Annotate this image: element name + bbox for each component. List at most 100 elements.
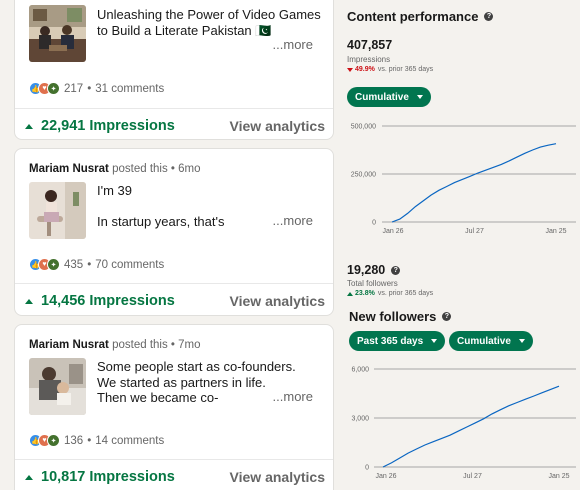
view-analytics-link[interactable]: View analytics bbox=[230, 469, 325, 485]
comments-count[interactable]: 14 comments bbox=[95, 435, 164, 447]
author-name[interactable]: Mariam Nusrat bbox=[29, 339, 109, 351]
post-age: 6mo bbox=[178, 163, 201, 175]
post-card: Mariam Nusrat posted this • 7mo Some peo… bbox=[14, 324, 334, 490]
analytics-page: Unleashing the Power of Video Games to B… bbox=[0, 0, 580, 490]
dropdown-label: Cumulative bbox=[355, 91, 409, 103]
impressions-label: 22,941 Impressions bbox=[41, 118, 175, 134]
see-more-link[interactable]: ...more bbox=[273, 37, 313, 52]
y-tick-label: 500,000 bbox=[351, 124, 376, 131]
delta-value: 49.9% bbox=[355, 66, 375, 73]
see-more-link[interactable]: ...more bbox=[273, 389, 313, 404]
followers-total-label: Total followers bbox=[347, 279, 398, 288]
reactions-summary[interactable]: 👍 ♥ ✦ 217 • 31 comments bbox=[29, 82, 164, 95]
section-title-text: New followers bbox=[349, 309, 437, 324]
post-text-line: Some people start as co-founders. bbox=[97, 359, 296, 374]
x-tick-label: Jan 25 bbox=[545, 228, 566, 235]
post-byline: Mariam Nusrat posted this • 6mo bbox=[29, 163, 201, 175]
post-thumbnail[interactable] bbox=[29, 182, 86, 239]
chevron-down-icon bbox=[431, 339, 438, 343]
help-icon[interactable]: ? bbox=[442, 312, 452, 321]
delta-up: 23.8% bbox=[347, 290, 375, 297]
y-tick-label: 0 bbox=[365, 465, 369, 472]
help-icon[interactable]: ? bbox=[391, 265, 401, 275]
delta-suffix: vs. prior 365 days bbox=[377, 290, 434, 297]
reactions-summary[interactable]: 👍 ♥ ✦ 435 • 70 comments bbox=[29, 258, 164, 271]
posted-label: posted this bbox=[112, 339, 168, 351]
followers-total: 19,280 ? bbox=[347, 263, 401, 277]
post-text-line: Unleashing the Power of Video Games bbox=[97, 7, 321, 22]
y-tick-label: 3,000 bbox=[351, 416, 369, 423]
chevron-down-icon bbox=[416, 95, 423, 99]
y-tick-label: 250,000 bbox=[351, 172, 376, 179]
period-dropdown[interactable]: Past 365 days bbox=[349, 331, 446, 351]
celebrate-reaction-icon: ✦ bbox=[47, 258, 60, 271]
impressions-count: 10,817 Impressions bbox=[25, 469, 175, 485]
followers-delta: 23.8% vs. prior 365 days bbox=[347, 290, 433, 297]
post-text: Unleashing the Power of Video Games to B… bbox=[97, 7, 322, 38]
section-title-text: Content performance bbox=[347, 9, 479, 24]
impressions-row: 22,941 Impressions View analytics bbox=[15, 109, 333, 139]
impressions-row: 10,817 Impressions View analytics bbox=[15, 460, 333, 490]
trend-up-icon bbox=[347, 291, 353, 296]
trend-down-icon bbox=[347, 67, 353, 72]
impressions-total: 407,857 bbox=[347, 38, 393, 52]
separator: • bbox=[87, 434, 92, 447]
posts-feed[interactable]: Unleashing the Power of Video Games to B… bbox=[0, 0, 340, 490]
cumulative-dropdown[interactable]: Cumulative bbox=[449, 331, 533, 351]
trend-up-icon bbox=[25, 298, 33, 304]
y-tick-label: 6,000 bbox=[351, 367, 369, 374]
x-tick-label: Jan 26 bbox=[375, 473, 396, 480]
separator: • bbox=[170, 163, 175, 175]
new-followers-title: New followers ? bbox=[349, 309, 452, 324]
post-thumbnail[interactable] bbox=[29, 5, 86, 62]
view-analytics-link[interactable]: View analytics bbox=[230, 293, 325, 309]
reactions-count: 435 bbox=[64, 258, 84, 271]
see-more-link[interactable]: ...more bbox=[273, 213, 313, 228]
analytics-panel: Content performance ? 407,857 Impression… bbox=[340, 0, 580, 490]
x-tick-label: Jan 25 bbox=[548, 473, 569, 480]
post-age: 7mo bbox=[178, 339, 201, 351]
comments-count[interactable]: 31 comments bbox=[95, 83, 164, 95]
followers-chart: 0 3,000 6,000 Jan 26 Jul 27 Jan 25 bbox=[351, 367, 576, 480]
dropdown-label: Past 365 days bbox=[357, 335, 424, 347]
post-text-line: to Build a Literate Pakistan 🇵🇰 bbox=[97, 22, 272, 38]
post-byline: Mariam Nusrat posted this • 7mo bbox=[29, 339, 201, 351]
delta-suffix: vs. prior 365 days bbox=[377, 66, 434, 73]
impressions-total-label: Impressions bbox=[347, 55, 391, 64]
author-name[interactable]: Mariam Nusrat bbox=[29, 163, 109, 175]
x-tick-label: Jan 26 bbox=[382, 228, 403, 235]
y-tick-label: 0 bbox=[372, 220, 376, 227]
impressions-row: 14,456 Impressions View analytics bbox=[15, 284, 333, 315]
posted-label: posted this bbox=[112, 163, 168, 175]
post-card: Mariam Nusrat posted this • 6mo I'm 39 I… bbox=[14, 148, 334, 316]
chevron-down-icon bbox=[518, 339, 525, 343]
impressions-chart: 0 250,000 500,000 Jan 26 Jul 27 Jan 25 bbox=[351, 124, 576, 235]
view-analytics-link[interactable]: View analytics bbox=[230, 118, 325, 134]
trend-up-icon bbox=[25, 474, 33, 480]
post-thumbnail[interactable] bbox=[29, 358, 86, 415]
delta-down: 49.9% bbox=[347, 66, 375, 73]
celebrate-reaction-icon: ✦ bbox=[47, 434, 60, 447]
separator: • bbox=[87, 258, 92, 271]
x-tick-label: Jul 27 bbox=[463, 473, 482, 480]
impressions-count: 14,456 Impressions bbox=[25, 293, 175, 309]
dropdown-label: Cumulative bbox=[457, 335, 511, 347]
reactions-summary[interactable]: 👍 ♥ ✦ 136 • 14 comments bbox=[29, 434, 164, 447]
followers-total-value: 19,280 bbox=[347, 263, 386, 277]
post-text-line: We started as partners in life. bbox=[97, 374, 266, 390]
help-icon[interactable]: ? bbox=[484, 12, 494, 21]
celebrate-reaction-icon: ✦ bbox=[47, 82, 60, 95]
content-performance-title: Content performance ? bbox=[347, 9, 494, 24]
trend-up-icon bbox=[25, 123, 33, 129]
reactions-count: 217 bbox=[64, 82, 84, 95]
comments-count[interactable]: 70 comments bbox=[95, 259, 164, 271]
impressions-count: 22,941 Impressions bbox=[25, 118, 175, 134]
post-text-line: I'm 39 bbox=[97, 183, 132, 198]
cumulative-dropdown[interactable]: Cumulative bbox=[347, 87, 431, 107]
series-line bbox=[391, 143, 557, 223]
impressions-delta: 49.9% vs. prior 365 days bbox=[347, 66, 433, 73]
separator: • bbox=[170, 339, 175, 351]
reactions-count: 136 bbox=[64, 434, 84, 447]
impressions-label: 10,817 Impressions bbox=[41, 469, 175, 485]
post-card: Unleashing the Power of Video Games to B… bbox=[14, 0, 334, 140]
